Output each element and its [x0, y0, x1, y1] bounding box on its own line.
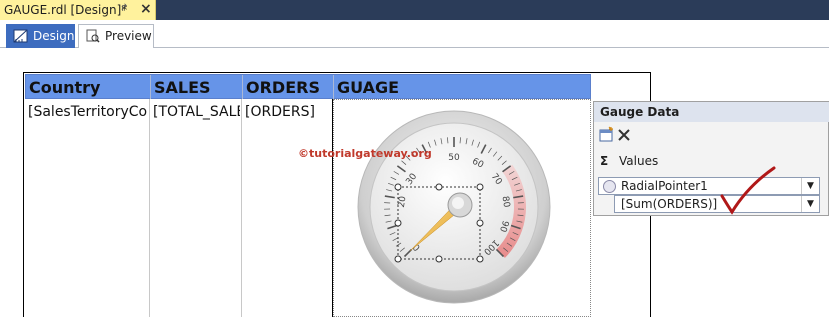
header-sales[interactable]: SALES [151, 75, 243, 99]
delete-icon[interactable] [618, 129, 630, 141]
pointer-name: RadialPointer1 [621, 179, 708, 193]
pointer-select[interactable]: RadialPointer1 ▼ [598, 177, 820, 195]
view-toolbar: Design Preview [0, 20, 829, 48]
gauge-data-toolbar [599, 126, 630, 142]
tab-preview[interactable]: Preview [78, 24, 154, 48]
table-header-row[interactable]: Country SALES ORDERS GUAGE [25, 74, 591, 99]
gauge-data-panel: Gauge Data Σ Values RadialPointer1 ▼ [Su… [593, 101, 829, 216]
tick-label: 80 [500, 195, 512, 208]
cell-country[interactable]: [SalesTerritoryCountry] [28, 104, 148, 120]
document-tab-strip: GAUGE.rdl [Design]* ↱ × [0, 0, 829, 20]
values-section: Σ Values [600, 154, 658, 168]
column-divider [241, 99, 242, 317]
tick-label: 20 [397, 195, 409, 208]
cell-sales[interactable]: [TOTAL_SALES] [153, 104, 240, 120]
sigma-icon: Σ [600, 154, 609, 168]
tab-design-label: Design [33, 29, 75, 43]
radial-pointer-icon [603, 180, 616, 193]
add-value-icon[interactable] [599, 126, 613, 142]
cell-orders[interactable]: [ORDERS] [245, 104, 331, 120]
checkmark-annotation [720, 166, 776, 215]
tab-preview-label: Preview [105, 29, 152, 43]
tick-label: 50 [448, 153, 460, 163]
preview-icon [86, 29, 100, 43]
pointer-value-select[interactable]: [Sum(ORDERS)] ▼ [614, 195, 820, 213]
design-ruler-icon [13, 29, 28, 43]
close-icon[interactable]: × [140, 1, 152, 17]
header-orders[interactable]: ORDERS [243, 75, 334, 99]
values-label: Values [619, 154, 659, 168]
pin-icon[interactable]: ↱ [120, 3, 128, 14]
document-tab-gauge-rdl[interactable]: GAUGE.rdl [Design]* ↱ × [0, 0, 156, 20]
column-divider [149, 99, 150, 317]
radial-gauge[interactable]: 50 6070809010003020 [354, 107, 554, 307]
gauge-cap-inner [452, 197, 464, 209]
watermark: ©tutorialgateway.org [298, 147, 432, 160]
chevron-down-icon[interactable]: ▼ [801, 178, 819, 194]
gauge-data-title: Gauge Data [594, 102, 829, 122]
tab-design[interactable]: Design [6, 24, 75, 48]
document-tab-title: GAUGE.rdl [Design]* [4, 3, 128, 17]
header-gauge[interactable]: GUAGE [334, 75, 591, 99]
header-country[interactable]: Country [26, 75, 151, 99]
chevron-down-icon[interactable]: ▼ [801, 196, 819, 212]
pointer-value-expression: [Sum(ORDERS)] [621, 197, 718, 211]
